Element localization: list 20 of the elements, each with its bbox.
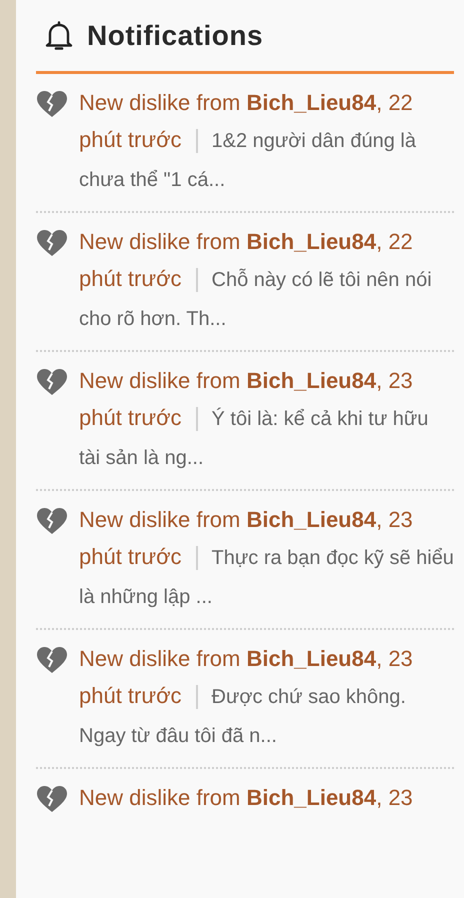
notification-item[interactable]: New dislike from Bich_Lieu84, 22 phút trước 1&2 người dân đúng là chưa thể "1 cá... — [36, 74, 454, 213]
broken-heart-icon — [36, 785, 68, 813]
notification-item[interactable]: New dislike from Bich_Lieu84, 23 phút trước Ý tôi là: kể cả khi tư hữu tài sản là ng... — [36, 352, 454, 491]
broken-heart-icon — [36, 90, 68, 118]
notification-text[interactable]: New dislike from Bich_Lieu84, 22 phút trước 1&2 người dân đúng là chưa thể "1 cá... — [79, 84, 454, 199]
notification-text[interactable]: New dislike from Bich_Lieu84, 23 — [79, 779, 454, 816]
bell-icon — [45, 20, 73, 50]
notification-text[interactable]: New dislike from Bich_Lieu84, 22 phút trước Chỗ này có lẽ tôi nên nói cho rõ hơn. Th... — [79, 223, 454, 338]
notification-text[interactable]: New dislike from Bich_Lieu84, 23 phút trước Được chứ sao không. Ngay từ đâu tôi đã n... — [79, 640, 454, 755]
notification-item[interactable]: New dislike from Bich_Lieu84, 23 — [36, 769, 454, 828]
notification-item[interactable]: New dislike from Bich_Lieu84, 23 phút trước Thực ra bạn đọc kỹ sẽ hiểu là những lập ... — [36, 491, 454, 630]
broken-heart-icon — [36, 646, 68, 674]
notification-text[interactable]: New dislike from Bich_Lieu84, 23 phút trước Thực ra bạn đọc kỹ sẽ hiểu là những lập ... — [79, 501, 454, 616]
notification-text[interactable]: New dislike from Bich_Lieu84, 23 phút trước Ý tôi là: kể cả khi tư hữu tài sản là ng... — [79, 362, 454, 477]
broken-heart-icon — [36, 507, 68, 535]
notification-item[interactable]: New dislike from Bich_Lieu84, 23 phút trước Được chứ sao không. Ngay từ đâu tôi đã n... — [36, 630, 454, 769]
broken-heart-icon — [36, 368, 68, 396]
notification-item[interactable]: New dislike from Bich_Lieu84, 22 phút trước Chỗ này có lẽ tôi nên nói cho rõ hơn. Th... — [36, 213, 454, 352]
panel-title: Notifications — [87, 18, 264, 52]
broken-heart-icon — [36, 229, 68, 257]
